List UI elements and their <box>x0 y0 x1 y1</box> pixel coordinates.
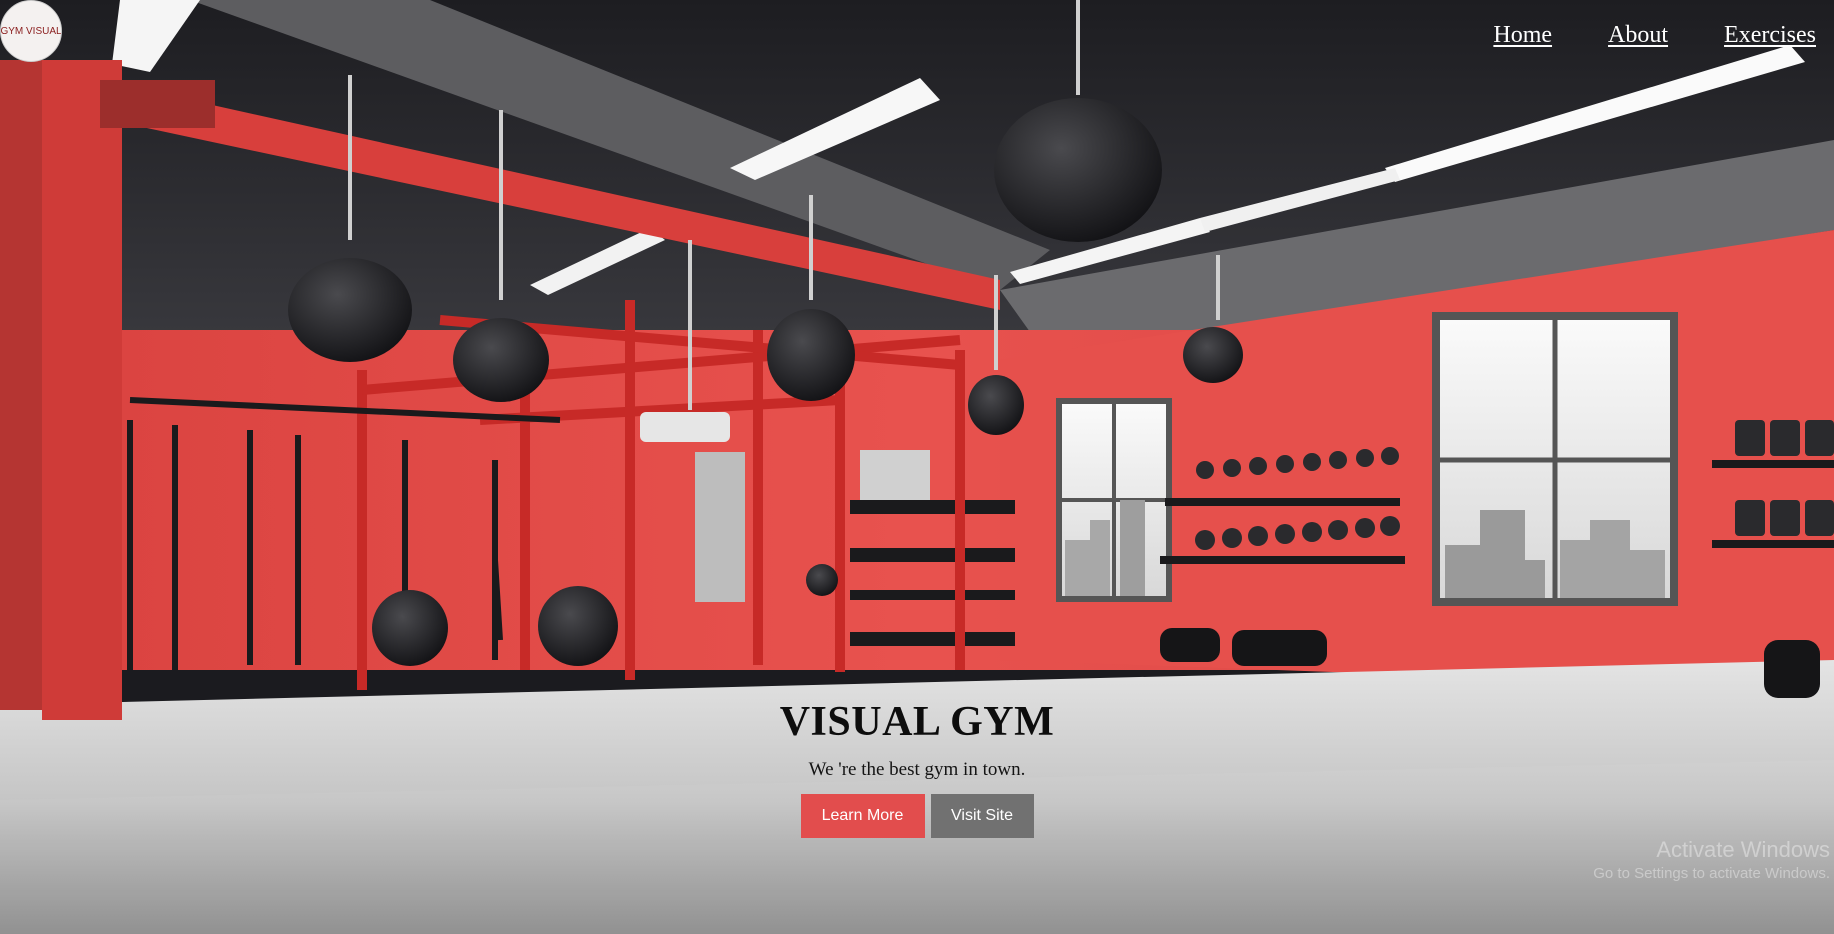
hero-buttons: Learn More Visit Site <box>0 794 1834 838</box>
hero-title: VISUAL GYM <box>779 699 1055 745</box>
hero-content: VISUAL GYM We 're the best gym in town. … <box>0 698 1834 838</box>
logo-text: GYM VISUAL <box>0 25 62 37</box>
activate-windows-watermark: Activate Windows Go to Settings to activ… <box>1593 836 1830 884</box>
nav-about-link[interactable]: About <box>1608 22 1668 49</box>
page: GYM VISUAL Home About Exercises VISUAL G… <box>0 0 1834 934</box>
watermark-title: Activate Windows <box>1656 837 1830 862</box>
visit-site-button[interactable]: Visit Site <box>930 794 1034 838</box>
gym-logo[interactable]: GYM VISUAL <box>0 0 62 62</box>
nav-exercises-link[interactable]: Exercises <box>1724 22 1816 49</box>
hero-tagline: We 're the best gym in town. <box>808 759 1026 780</box>
top-nav: Home About Exercises <box>1493 22 1816 49</box>
watermark-subtitle: Go to Settings to activate Windows. <box>1593 865 1830 882</box>
learn-more-button[interactable]: Learn More <box>800 794 925 838</box>
nav-home-link[interactable]: Home <box>1493 22 1552 49</box>
